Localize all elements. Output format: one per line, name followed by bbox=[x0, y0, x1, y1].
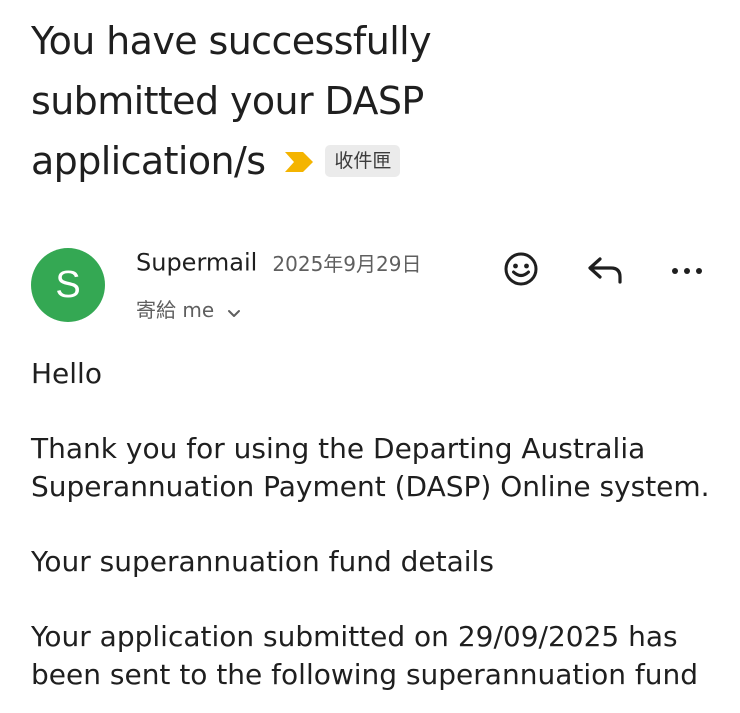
emoji-smile-icon bbox=[503, 251, 539, 291]
body-paragraph-submitted: Your application submitted on 29/09/2025… bbox=[31, 618, 721, 694]
body-fund-details-heading: Your superannuation fund details bbox=[31, 545, 494, 578]
sent-date: 2025年9月29日 bbox=[272, 252, 422, 276]
body-line: been sent to the following superannuatio… bbox=[31, 658, 699, 691]
recipient-label: 寄給 me bbox=[136, 298, 215, 322]
more-horizontal-icon bbox=[669, 262, 705, 281]
sender-avatar[interactable]: S bbox=[31, 248, 105, 322]
sender-row: Supermail 2025年9月29日 bbox=[136, 248, 421, 277]
importance-marker-icon[interactable] bbox=[283, 131, 315, 191]
add-reaction-button[interactable] bbox=[498, 248, 544, 294]
email-view: You have successfully submitted your DAS… bbox=[0, 0, 740, 713]
body-greeting: Hello bbox=[31, 357, 102, 390]
chevron-down-icon bbox=[227, 300, 241, 324]
email-subject: You have successfully submitted your DAS… bbox=[31, 11, 511, 191]
body-line: Your application submitted on 29/09/2025… bbox=[31, 620, 678, 653]
reply-icon bbox=[585, 251, 625, 291]
more-options-button[interactable] bbox=[664, 248, 710, 294]
recipient-details-toggle[interactable]: 寄給 me bbox=[136, 294, 241, 324]
reply-button[interactable] bbox=[582, 248, 628, 294]
sender-name[interactable]: Supermail bbox=[136, 249, 257, 277]
body-line: Thank you for using the Departing Austra… bbox=[31, 432, 646, 465]
body-line: Superannuation Payment (DASP) Online sys… bbox=[31, 470, 710, 503]
body-paragraph-thanks: Thank you for using the Departing Austra… bbox=[31, 430, 721, 506]
inbox-label-chip[interactable]: 收件匣 bbox=[325, 144, 401, 177]
